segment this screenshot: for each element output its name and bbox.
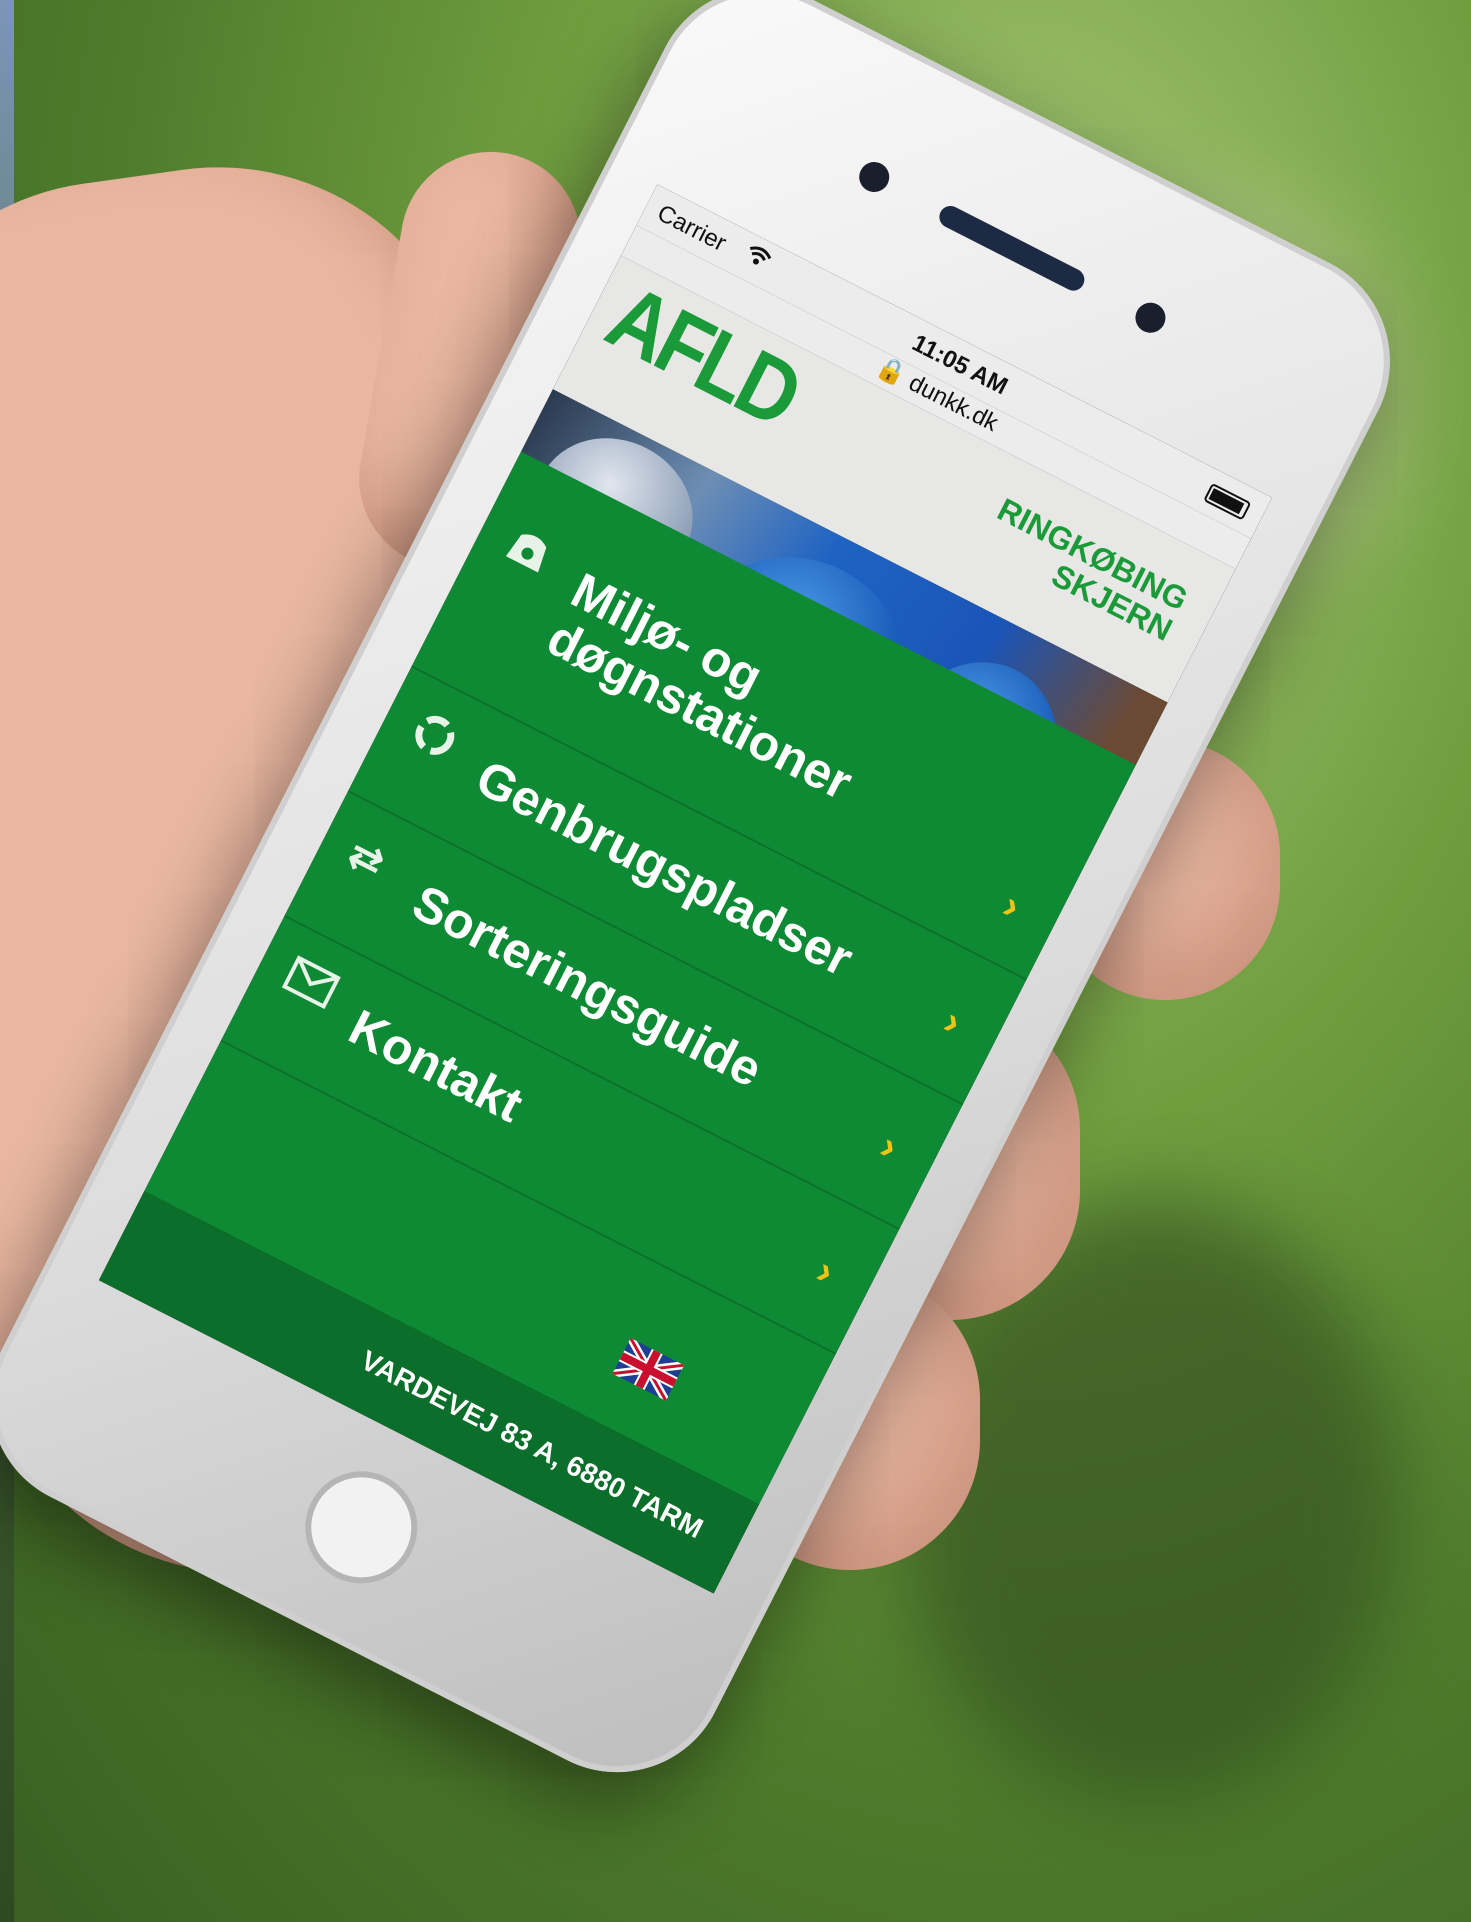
recycle-icon: [401, 706, 465, 774]
uk-flag-icon[interactable]: [610, 1335, 685, 1405]
chevron-right-icon: ›: [995, 883, 1028, 929]
wifi-icon: [740, 241, 775, 276]
front-camera: [1130, 297, 1171, 338]
proximity-sensor: [854, 156, 895, 198]
chevron-right-icon: ›: [809, 1248, 842, 1294]
home-button[interactable]: [285, 1452, 437, 1603]
chevron-right-icon: ›: [936, 999, 969, 1045]
envelope-icon: [277, 955, 341, 1018]
earpiece-speaker: [935, 202, 1089, 295]
arrows-swap-icon: ⇄: [341, 831, 392, 886]
battery-icon: [1203, 482, 1252, 521]
bag-icon: [496, 519, 560, 587]
chevron-right-icon: ›: [873, 1123, 906, 1170]
